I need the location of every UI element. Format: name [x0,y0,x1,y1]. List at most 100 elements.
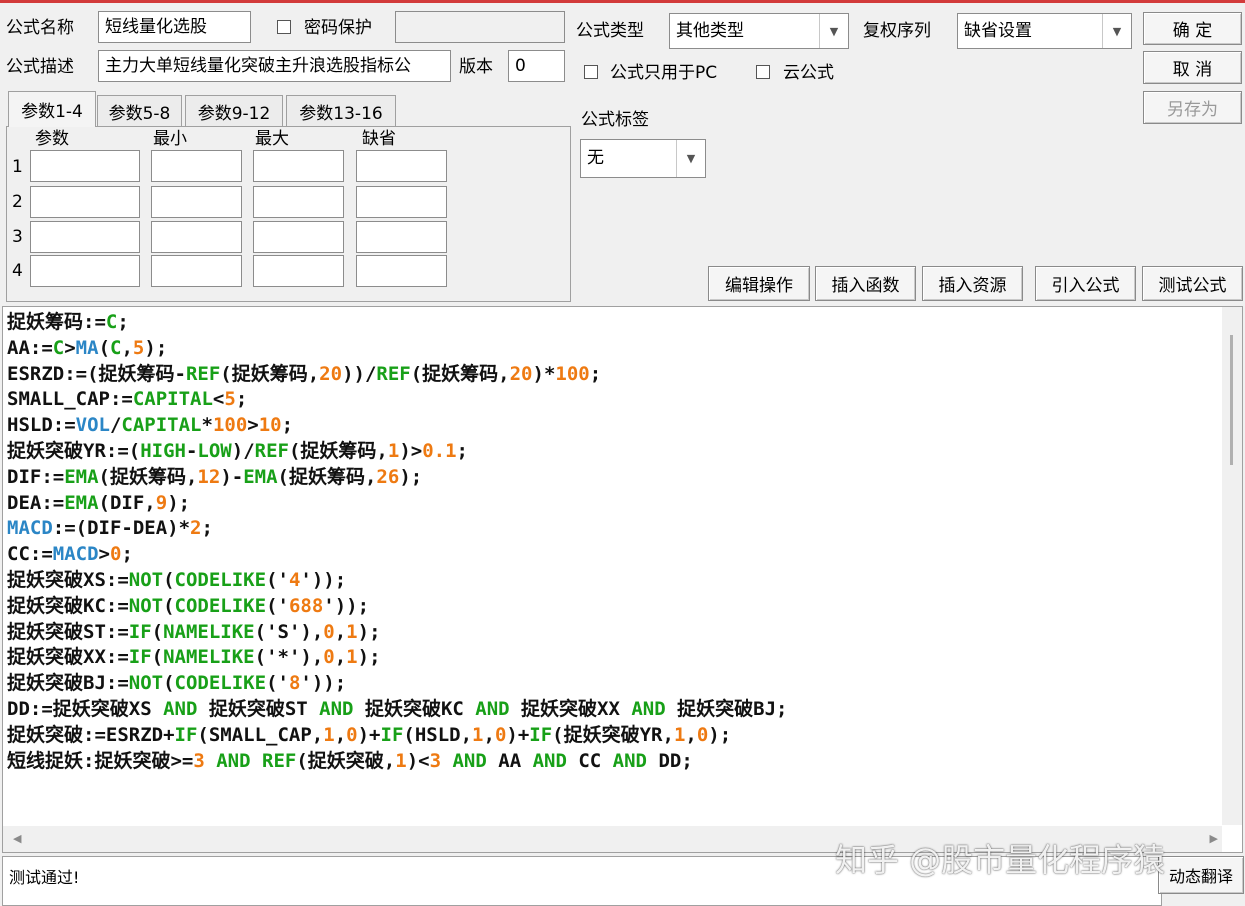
code-token: )> [399,439,423,462]
code-token: 12 [197,465,221,488]
code-line[interactable]: AA:=C>MA(C,5); [7,336,787,362]
code-token: MACD [52,543,99,566]
dynamic-translate-button[interactable]: 动态翻译 [1158,856,1244,894]
insert-resource-button[interactable]: 插入资源 [922,266,1023,301]
chevron-down-icon[interactable]: ▼ [1102,14,1131,48]
cloud-formula-checkbox[interactable] [756,65,770,79]
formula-code-editor[interactable]: 捉妖筹码:=C; AA:=C>MA(C,5); ESRZD:=(捉妖筹码-REF(捉… [2,306,1243,853]
code-token: , [334,723,347,746]
param-1-name-input[interactable] [30,150,140,182]
param-3-name-input[interactable] [30,221,140,253]
param-1-default-input[interactable] [356,150,447,182]
version-label: 版本 [459,57,493,77]
code-line[interactable]: CC:=MACD>0; [7,542,787,568]
code-token: :=(DIF-DEA)* [52,517,191,540]
code-line[interactable]: DD:=捉妖突破XS AND 捉妖突破ST AND 捉妖突破KC AND 捉妖突… [7,697,787,723]
pc-only-checkbox[interactable] [584,65,598,79]
tab-params-9-12[interactable]: 参数9-12 [185,95,283,127]
formula-type-select[interactable]: 其他类型 ▼ [669,13,849,49]
chevron-down-icon[interactable]: ▼ [819,14,848,48]
param-4-min-input[interactable] [151,255,242,287]
code-token: EMA [64,491,99,514]
code-token: HSLD:= [7,414,76,437]
code-text[interactable]: 捉妖筹码:=C; AA:=C>MA(C,5); ESRZD:=(捉妖筹码-REF(捉… [7,310,787,774]
code-token: )+ [357,723,381,746]
code-token: DIF:= [7,465,65,488]
code-token: IF [174,723,198,746]
code-line[interactable]: DIF:=EMA(捉妖筹码,12)-EMA(捉妖筹码,26); [7,465,787,491]
edit-operations-button[interactable]: 编辑操作 [708,266,810,301]
param-4-default-input[interactable] [356,255,447,287]
param-1-min-input[interactable] [151,150,242,182]
param-2-min-input[interactable] [151,186,242,218]
code-line[interactable]: 捉妖突破ST:=IF(NAMELIKE('S'),0,1); [7,620,787,646]
code-token: 1 [387,439,400,462]
rights-series-select[interactable]: 缺省设置 ▼ [957,13,1132,49]
ok-button[interactable]: 确 定 [1143,12,1242,45]
test-formula-button[interactable]: 测试公式 [1142,266,1243,301]
code-token: 688 [288,594,324,617]
code-token: * [201,414,213,437]
password-protect-label: 密码保护 [304,18,372,38]
param-2-default-input[interactable] [356,186,447,218]
code-token: 捉妖突破XX [509,697,632,720]
code-line[interactable]: 捉妖突破XS:=NOT(CODELIKE('4')); [7,568,787,594]
param-3-default-input[interactable] [356,221,447,253]
code-token: CAPITAL [132,388,213,411]
password-input[interactable] [395,11,565,43]
code-token: , [685,723,697,746]
scroll-left-icon[interactable]: ◀ [13,832,21,845]
code-token: 100 [555,362,590,385]
code-line[interactable]: 捉妖突破KC:=NOT(CODELIKE('688')); [7,594,787,620]
code-line[interactable]: 捉妖突破:=ESRZD+IF(SMALL_CAP,1,0)+IF(HSLD,1,… [7,723,787,749]
vertical-scrollbar[interactable] [1222,307,1242,825]
code-line[interactable]: 捉妖筹码:=C; [7,310,787,336]
code-token: AND [452,749,487,772]
param-header-min: 最小 [153,129,187,149]
code-token: , [483,723,495,746]
code-token: (' [266,568,289,591]
param-2-name-input[interactable] [30,186,140,218]
code-token: 1 [673,723,686,746]
param-3-max-input[interactable] [253,221,344,253]
param-row-number: 1 [12,157,23,177]
password-protect-checkbox[interactable] [277,20,291,34]
code-line[interactable]: 捉妖突破BJ:=NOT(CODELIKE('8')); [7,671,787,697]
code-token: ; [281,414,294,437]
code-token: ); [167,491,191,514]
code-line[interactable]: 短线捉妖:捉妖突破>=3 AND REF(捉妖突破,1)<3 AND AA AN… [7,749,787,775]
code-line[interactable]: SMALL_CAP:=CAPITAL<5; [7,387,787,413]
chevron-down-icon[interactable]: ▼ [676,140,705,177]
formula-type-value: 其他类型 [676,21,744,41]
code-line[interactable]: ESRZD:=(捉妖筹码-REF(捉妖筹码,20))/REF(捉妖筹码,20)*… [7,362,787,388]
formula-name-input[interactable]: 短线量化选股 [98,11,251,43]
code-line[interactable]: MACD:=(DIF-DEA)*2; [7,516,787,542]
param-2-max-input[interactable] [253,186,344,218]
insert-function-button[interactable]: 插入函数 [815,266,916,301]
code-token: 捉妖突破BJ:= [7,672,129,695]
code-token: (捉妖筹码, [98,465,198,488]
code-line[interactable]: HSLD:=VOL/CAPITAL*100>10; [7,413,787,439]
scroll-right-icon[interactable]: ▶ [1210,832,1218,845]
formula-desc-input[interactable]: 主力大单短线量化突破主升浪选股指标公 [98,50,451,82]
cancel-button[interactable]: 取 消 [1143,51,1242,84]
tab-params-13-16[interactable]: 参数13-16 [286,95,396,127]
tab-params-5-8[interactable]: 参数5-8 [97,95,182,127]
code-line[interactable]: 捉妖突破YR:=(HIGH-LOW)/REF(捉妖筹码,1)>0.1; [7,439,787,465]
code-token: (捉妖筹码, [410,362,510,385]
tab-params-1-4[interactable]: 参数1-4 [8,91,96,127]
param-3-min-input[interactable] [151,221,242,253]
param-4-max-input[interactable] [253,255,344,287]
formula-tag-select[interactable]: 无 ▼ [580,139,706,178]
version-input[interactable]: 0 [508,50,565,82]
code-line[interactable]: 捉妖突破XX:=IF(NAMELIKE('*'),0,1); [7,645,787,671]
code-line[interactable]: DEA:=EMA(DIF,9); [7,491,787,517]
param-1-max-input[interactable] [253,150,344,182]
import-formula-button[interactable]: 引入公式 [1035,266,1136,301]
scrollbar-thumb[interactable] [1230,335,1233,465]
code-token: AND [475,697,510,720]
save-as-button[interactable]: 另存为 [1143,91,1242,124]
param-4-name-input[interactable] [30,255,140,287]
code-token: C [110,336,122,359]
